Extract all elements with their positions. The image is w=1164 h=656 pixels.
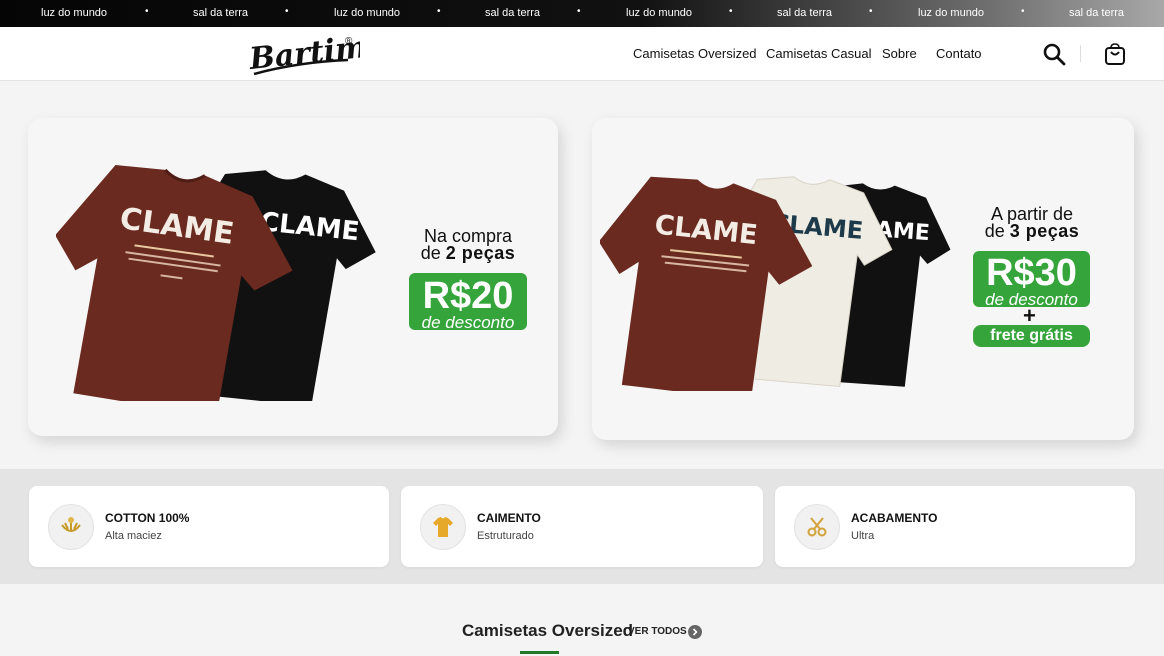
feature-card-fit: CAIMENTO Estruturado	[401, 486, 763, 567]
feature-card-finish: ACABAMENTO Ultra	[775, 486, 1135, 567]
marquee-separator: •	[437, 6, 441, 17]
feature-subtitle: Estruturado	[477, 530, 534, 542]
tshirts-image: CLAME CLAME CLAME	[600, 176, 951, 391]
discount-amount: R$30	[986, 252, 1077, 294]
marquee-separator: •	[577, 6, 581, 17]
announcement-marquee: luz do mundo • sal da terra • luz do mun…	[0, 0, 1164, 27]
shirt-icon	[420, 504, 466, 550]
header-divider	[1080, 45, 1081, 62]
brand-logo[interactable]: Bartimeu ®	[248, 30, 360, 78]
shopping-bag-icon[interactable]	[1103, 42, 1127, 66]
search-icon[interactable]	[1042, 42, 1066, 66]
see-all-link[interactable]: VER TODOS	[628, 626, 687, 637]
discount-badge: R$30 de desconto	[973, 251, 1090, 308]
marquee-item: sal da terra	[1069, 7, 1125, 19]
marquee-item: sal da terra	[193, 7, 249, 19]
logo-registered-mark: ®	[345, 36, 353, 47]
cotton-icon	[48, 504, 94, 550]
feature-title: CAIMENTO	[477, 511, 541, 525]
promo-banner-two-pieces[interactable]: CLAME CLAME Na compra de 2 peças R$20 de…	[28, 118, 558, 436]
marquee-separator: •	[145, 6, 149, 17]
feature-title: COTTON 100%	[105, 511, 190, 525]
marquee-item: sal da terra	[777, 7, 833, 19]
discount-badge: R$20 de desconto	[409, 273, 527, 332]
marquee-separator: •	[285, 6, 289, 17]
tshirts-image: CLAME CLAME	[56, 164, 376, 401]
free-shipping-badge: frete grátis	[973, 325, 1090, 347]
marquee-item: luz do mundo	[41, 7, 108, 19]
promo-headline: Na compra de 2 peças	[408, 227, 528, 263]
nav-contato[interactable]: Contato	[936, 46, 982, 61]
plus-sign: +	[1023, 303, 1036, 328]
section-title: Camisetas Oversized	[462, 621, 634, 640]
marquee-separator: •	[729, 6, 733, 17]
chevron-right-icon[interactable]	[688, 625, 702, 639]
promo-line-2: de 2 peças	[420, 243, 516, 263]
marquee-separator: •	[869, 6, 873, 17]
feature-title: ACABAMENTO	[851, 511, 938, 525]
marquee-item: sal da terra	[485, 7, 541, 19]
site-header: Bartimeu ® Camisetas Oversized Camisetas…	[0, 27, 1164, 81]
feature-subtitle: Alta maciez	[105, 530, 162, 542]
nav-sobre[interactable]: Sobre	[882, 46, 917, 61]
marquee-item: luz do mundo	[334, 7, 401, 19]
marquee-item: luz do mundo	[626, 7, 693, 19]
marquee-separator: •	[1021, 6, 1025, 17]
section-underline	[520, 651, 559, 654]
features-strip: COTTON 100% Alta maciez CAIMENTO Estrutu…	[0, 469, 1164, 584]
discount-label: de desconto	[421, 313, 515, 332]
discount-amount: R$20	[422, 275, 514, 317]
nav-camisetas-oversized[interactable]: Camisetas Oversized	[633, 46, 757, 61]
promo-line-2: de 3 peças	[984, 221, 1080, 241]
marquee-item: luz do mundo	[918, 7, 985, 19]
nav-camisetas-casual[interactable]: Camisetas Casual	[766, 46, 872, 61]
feature-subtitle: Ultra	[851, 530, 875, 542]
promo-headline: A partir de de 3 peças	[972, 205, 1092, 241]
promo-banner-three-pieces[interactable]: CLAME CLAME CLAME A partir de de 3 peças…	[592, 118, 1134, 440]
feature-card-cotton: COTTON 100% Alta maciez	[29, 486, 389, 567]
scissors-icon	[794, 504, 840, 550]
